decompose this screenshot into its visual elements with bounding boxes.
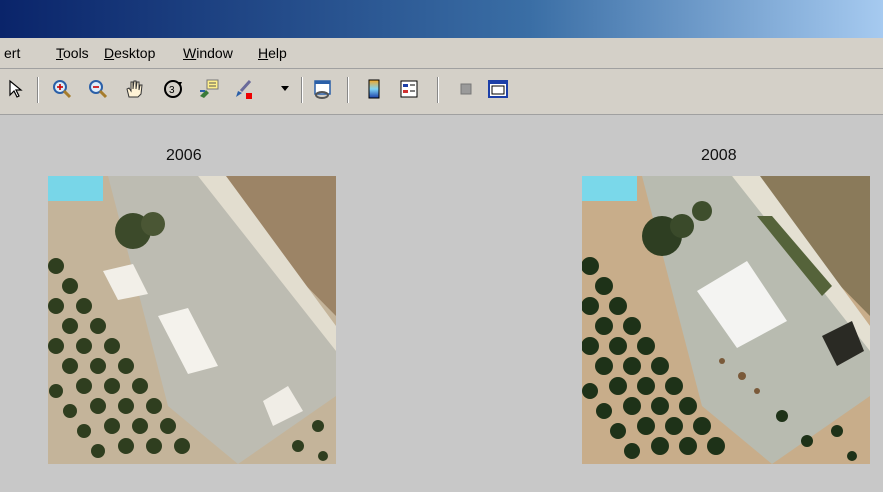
menu-tools[interactable]: Tools [56,45,89,61]
brush-icon[interactable] [231,77,255,101]
dropdown-arrow-icon[interactable] [278,77,292,101]
left-image-title: 2006 [166,147,202,164]
legend-icon[interactable] [397,77,421,101]
toolbar-separator [347,77,349,103]
menu-desktop[interactable]: Desktop [104,45,155,61]
figure-canvas: 2006 2008 [0,115,883,492]
rotate-3d-icon[interactable]: 3 [161,77,185,101]
svg-text:3: 3 [169,85,175,96]
hide-plot-tools-icon[interactable] [454,77,478,101]
aerial-image-2006 [48,176,336,464]
data-cursor-icon[interactable] [197,77,221,101]
toolbar-separator [301,77,303,103]
right-image-title: 2008 [701,147,737,164]
zoom-out-icon[interactable] [86,77,110,101]
show-plot-tools-icon[interactable] [486,77,510,101]
menu-bar: ert Tools Desktop Window Help [0,38,883,69]
toolbar-separator [37,77,39,103]
window-title-bar [0,0,883,38]
colorbar-icon[interactable] [362,77,386,101]
figure-toolbar: 3 [0,69,883,115]
menu-help[interactable]: Help [258,45,287,61]
pan-hand-icon[interactable] [122,77,146,101]
menu-window[interactable]: Window [183,45,233,61]
aerial-image-2008 [582,176,870,464]
link-plot-icon[interactable] [311,77,335,101]
pointer-icon[interactable] [4,77,28,101]
zoom-in-icon[interactable] [50,77,74,101]
toolbar-separator [437,77,439,103]
menu-insert[interactable]: ert [4,45,20,61]
